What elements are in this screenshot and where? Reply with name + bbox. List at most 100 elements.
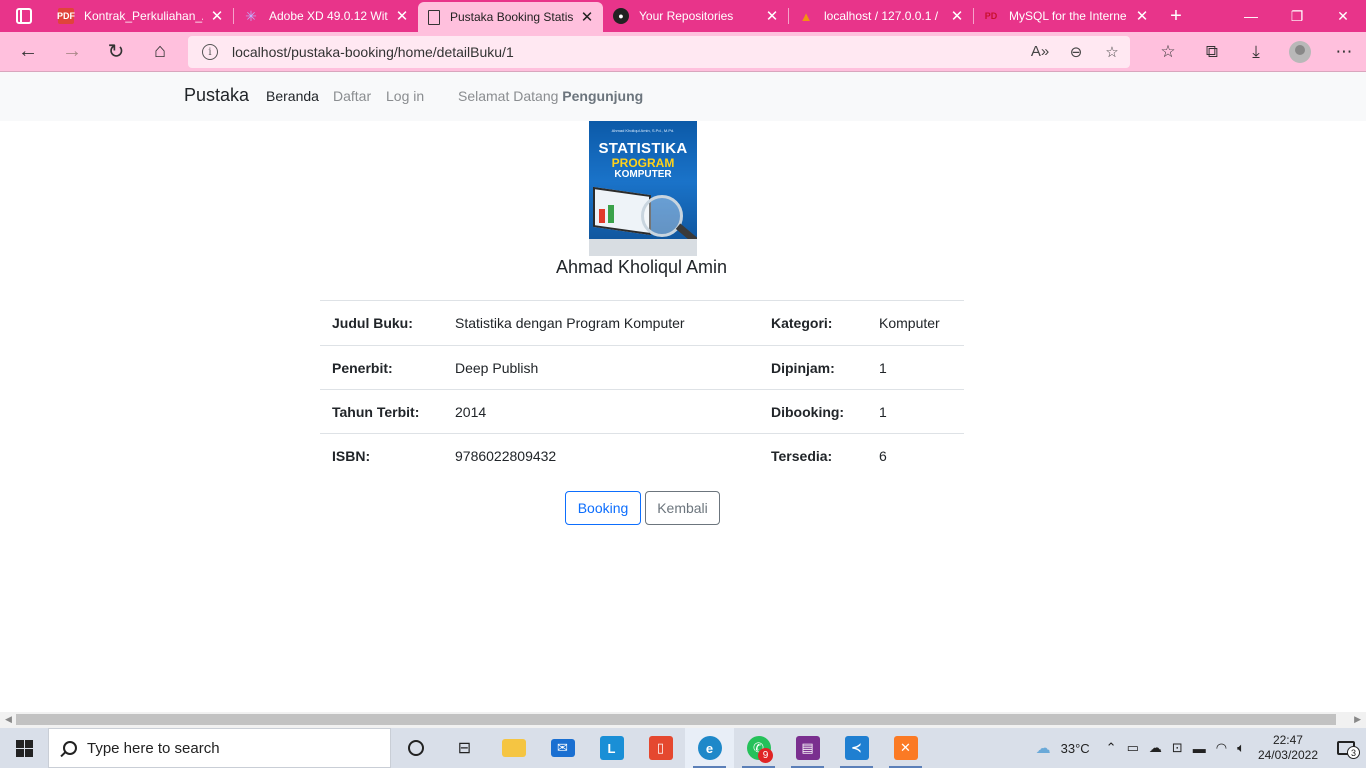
back-button-page[interactable]: Kembali — [645, 491, 720, 525]
edge-button[interactable]: e — [685, 728, 734, 768]
favorites-icon[interactable]: ☆ — [1146, 42, 1190, 62]
tab-mysql[interactable]: PD MySQL for the Interne ✕ — [973, 0, 1158, 32]
row-label: Kategori: — [759, 300, 867, 346]
tab-title: Pustaka Booking Statis — [450, 10, 573, 24]
row-label: Judul Buku: — [320, 300, 443, 346]
home-button[interactable]: ⌂ — [138, 32, 182, 72]
scroll-left-icon[interactable]: ◀ — [5, 714, 12, 725]
minimize-icon[interactable]: — — [1228, 0, 1274, 32]
address-bar: ← → ↻ ⌂ i localhost/pustaka-booking/home… — [0, 32, 1366, 72]
start-button[interactable] — [0, 728, 48, 768]
xampp-button[interactable]: ✕ — [881, 728, 930, 768]
weather-temp[interactable]: 33°C — [1056, 741, 1095, 756]
file-explorer-button[interactable] — [489, 728, 538, 768]
search-icon — [63, 741, 77, 755]
row-value: 9786022809432 — [443, 433, 759, 478]
close-tab-icon[interactable]: ✕ — [209, 7, 225, 25]
whatsapp-button[interactable]: ✆ 9 — [734, 728, 783, 768]
taskbar-search-box[interactable]: Type here to search — [48, 728, 391, 768]
tab-phpmyadmin[interactable]: ▲ localhost / 127.0.0.1 / ✕ — [788, 0, 973, 32]
new-tab-button[interactable]: + — [1158, 0, 1194, 32]
restore-icon[interactable]: ❐ — [1274, 0, 1320, 32]
battery-icon[interactable]: ▬ — [1188, 741, 1211, 756]
site-info-icon[interactable]: i — [202, 44, 218, 60]
welcome-text: Selamat Datang Pengunjung — [458, 88, 643, 104]
url-box[interactable]: i localhost/pustaka-booking/home/detailB… — [188, 36, 1130, 68]
wifi-icon[interactable]: ◠ — [1211, 740, 1232, 756]
tab-title: Kontrak_Perkuliahan_A — [84, 9, 203, 23]
clock-date: 24/03/2022 — [1257, 748, 1318, 762]
nav-daftar[interactable]: Daftar — [333, 88, 371, 104]
edge-icon: e — [697, 736, 722, 760]
add-favorite-icon[interactable]: ☆ — [1094, 43, 1130, 61]
winrar-icon: ▤ — [795, 736, 820, 760]
tab-github[interactable]: ● Your Repositories ✕ — [603, 0, 788, 32]
booking-button[interactable]: Booking — [565, 491, 641, 525]
omnibox-icons: A» ⊖ ☆ — [1022, 43, 1130, 61]
row-value: Komputer — [867, 300, 964, 346]
nav-beranda[interactable]: Beranda — [266, 88, 319, 104]
tab-actions-icon — [16, 8, 32, 24]
tab-adobe-xd[interactable]: ✳ Adobe XD 49.0.12 With ✕ — [233, 0, 418, 32]
row-value: 2014 — [443, 389, 759, 434]
cover-bar-graphic — [608, 205, 614, 223]
table-row: Judul Buku: Statistika dengan Program Ko… — [320, 300, 964, 346]
tab-pustaka-booking[interactable]: Pustaka Booking Statis ✕ — [418, 2, 603, 32]
folder-icon — [501, 739, 526, 757]
scroll-right-icon[interactable]: ▶ — [1354, 714, 1361, 725]
zoom-out-icon[interactable]: ⊖ — [1058, 43, 1094, 61]
tray-app-icon[interactable]: ▭ — [1122, 740, 1144, 756]
tab-actions-button[interactable] — [0, 0, 48, 32]
task-view-icon: ⊟ — [457, 740, 472, 757]
horizontal-scrollbar[interactable]: ◀ ▶ — [0, 712, 1366, 728]
vscode-button[interactable]: ≺ — [832, 728, 881, 768]
magnifier-icon — [641, 195, 683, 237]
unread-badge: 9 — [758, 748, 773, 763]
book-cover-image: Ahmad Kholiqul Amin, S.Pd., M.Pd. STATIS… — [589, 121, 697, 256]
profile-avatar[interactable] — [1289, 41, 1311, 63]
winrar-button[interactable]: ▤ — [783, 728, 832, 768]
clock-time: 22:47 — [1272, 733, 1303, 747]
cover-bar-graphic — [599, 209, 605, 223]
row-value: Statistika dengan Program Komputer — [443, 300, 759, 346]
forward-button[interactable]: → — [50, 32, 94, 72]
weather-icon[interactable]: ☁ — [1031, 739, 1056, 757]
downloads-icon[interactable]: ⤓ — [1234, 42, 1278, 62]
office-button[interactable]: ▯ — [636, 728, 685, 768]
more-menu-icon[interactable]: ⋯ — [1322, 42, 1366, 62]
tab-kontrak[interactable]: PDF Kontrak_Perkuliahan_A ✕ — [48, 0, 233, 32]
row-label: Tersedia: — [759, 433, 867, 478]
close-window-icon[interactable]: ✕ — [1320, 0, 1366, 32]
notification-count: 3 — [1347, 746, 1360, 759]
brand-link[interactable]: Pustaka — [184, 85, 249, 106]
close-tab-icon[interactable]: ✕ — [579, 8, 595, 26]
url-text[interactable]: localhost/pustaka-booking/home/detailBuk… — [232, 44, 514, 60]
row-label: Dibooking: — [759, 389, 867, 434]
refresh-button[interactable]: ↻ — [94, 32, 138, 72]
onedrive-icon[interactable]: ☁ — [1144, 740, 1167, 756]
cover-base — [589, 239, 697, 256]
read-aloud-icon[interactable]: A» — [1022, 43, 1058, 61]
collections-icon[interactable]: ⧉ — [1190, 42, 1234, 62]
lighthouse-button[interactable]: L — [587, 728, 636, 768]
back-button[interactable]: ← — [6, 32, 50, 72]
close-tab-icon[interactable]: ✕ — [1134, 7, 1150, 25]
tray-chevron-icon[interactable]: ⌃ — [1101, 740, 1122, 756]
office-icon: ▯ — [648, 736, 673, 760]
close-tab-icon[interactable]: ✕ — [764, 7, 780, 25]
notification-center-button[interactable]: 3 — [1326, 741, 1366, 759]
mail-button[interactable]: ✉ — [538, 728, 587, 768]
nav-login[interactable]: Log in — [386, 88, 424, 104]
tab-title: Your Repositories — [639, 9, 734, 23]
row-value: 1 — [867, 345, 964, 390]
task-view-button[interactable]: ⊟ — [440, 728, 489, 768]
close-tab-icon[interactable]: ✕ — [394, 7, 410, 25]
cortana-button[interactable] — [391, 728, 440, 768]
row-label: Tahun Terbit: — [320, 389, 443, 434]
close-tab-icon[interactable]: ✕ — [949, 7, 965, 25]
clock[interactable]: 22:47 24/03/2022 — [1250, 733, 1326, 763]
volume-icon[interactable]: 🔈︎ — [1232, 740, 1250, 756]
tray-update-icon[interactable]: ⊡ — [1167, 740, 1188, 756]
tab-title: Adobe XD 49.0.12 With — [269, 9, 388, 23]
scrollbar-thumb[interactable] — [16, 714, 1336, 725]
